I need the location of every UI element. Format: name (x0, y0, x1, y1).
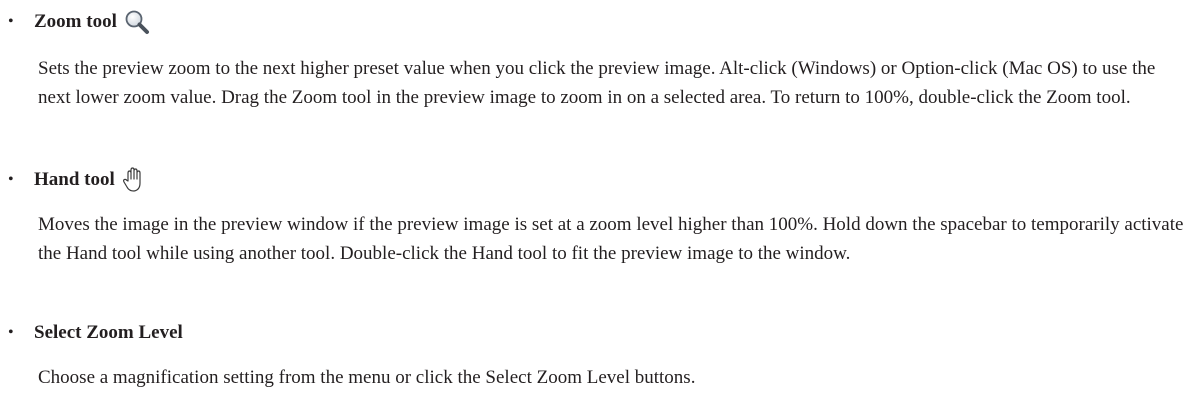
bullet: • (8, 13, 14, 30)
bullet: • (8, 171, 14, 188)
term-select-zoom-level: Select Zoom Level (34, 322, 183, 343)
description-hand-tool: Moves the image in the preview window if… (38, 214, 1184, 264)
term-zoom-tool: Zoom tool (34, 11, 117, 32)
tool-description-list: • Zoom tool Sets the preview zoom to the… (0, 0, 1198, 404)
hand-icon (121, 166, 147, 194)
zoom-magnifier-icon (123, 8, 151, 36)
list-item-zoom-tool: • Zoom tool (8, 8, 151, 36)
description-select-zoom-level: Choose a magnification setting from the … (38, 367, 696, 388)
description-zoom-tool: Sets the preview zoom to the next higher… (38, 58, 1156, 108)
list-item-select-zoom-level: • Select Zoom Level (8, 319, 183, 347)
bullet: • (8, 324, 14, 341)
list-item-hand-tool: • Hand tool (8, 166, 147, 194)
term-hand-tool: Hand tool (34, 169, 115, 190)
